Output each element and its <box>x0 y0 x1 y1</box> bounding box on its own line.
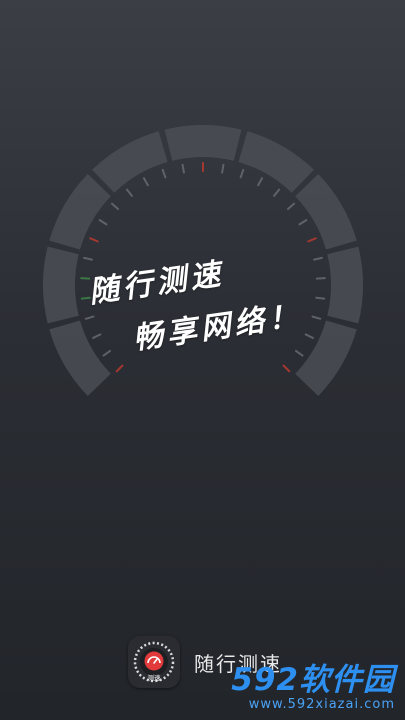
gauge-tick <box>111 202 119 211</box>
speedometer-icon: 测速 <box>133 641 175 683</box>
watermark-url: www.592xiazai.com <box>248 697 395 712</box>
gauge-tick <box>161 168 167 179</box>
gauge-tick <box>115 364 124 373</box>
gauge-tick <box>307 237 317 243</box>
gauge-tick <box>294 349 304 357</box>
watermark: 592软件园 www.592xiazai.com <box>231 663 395 712</box>
gauge-segment <box>49 320 111 396</box>
gauge-segment <box>92 131 168 193</box>
gauge-tick <box>315 296 326 300</box>
gauge-tick <box>257 177 264 187</box>
slogan-line-1: 随行测速 <box>86 256 227 311</box>
gauge-tick <box>273 188 281 197</box>
watermark-brand: 592软件园 <box>231 662 395 698</box>
gauge-tick <box>125 188 133 197</box>
gauge-segment <box>49 174 111 250</box>
gauge-tick <box>311 315 322 320</box>
gauge-tick <box>287 202 295 211</box>
gauge-tick <box>92 333 102 339</box>
gauge-tick <box>282 364 291 373</box>
gauge-tick <box>80 296 91 300</box>
gauge-tick <box>102 349 112 357</box>
gauge-tick <box>239 168 245 179</box>
gauge-segment <box>164 125 242 161</box>
gauge-segment <box>238 131 314 193</box>
gauge-tick <box>181 163 185 174</box>
gauge-tick <box>84 315 95 320</box>
gauge-tick <box>298 219 308 226</box>
gauge-tick <box>83 256 93 261</box>
gauge-tick <box>89 237 99 243</box>
gauge-segment <box>295 174 357 250</box>
gauge-tick <box>142 177 149 187</box>
speedometer-gauge <box>42 125 363 396</box>
gauge-tick <box>313 256 323 261</box>
app-icon-label: 测速 <box>148 674 162 682</box>
gauge-tick <box>304 333 314 339</box>
gauge-segment <box>327 246 363 324</box>
app-icon: 测速 <box>128 636 180 688</box>
gauge-segment <box>295 320 357 396</box>
gauge-tick <box>221 163 225 174</box>
gauge-tick <box>98 219 108 226</box>
gauge-segment <box>42 246 79 324</box>
